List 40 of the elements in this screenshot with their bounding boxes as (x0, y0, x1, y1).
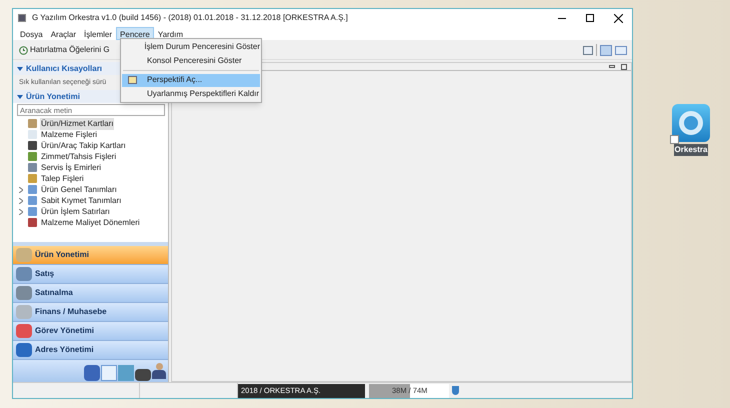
nav-button[interactable]: Satış (13, 265, 168, 284)
module-icon (16, 305, 32, 319)
menu-item[interactable]: İşlem Durum Penceresini Göster (122, 40, 260, 54)
app-icon (18, 14, 26, 22)
menu-item[interactable]: Perspektifi Aç... (122, 74, 260, 86)
collapse-icon (17, 94, 23, 98)
module-icon (16, 248, 32, 262)
tree-item[interactable]: Zimmet/Tahsis Fişleri (40, 150, 118, 162)
tree-item[interactable]: Ürün İşlem Satırları (40, 206, 111, 218)
tree-item[interactable]: Ürün/Hizmet Kartları (40, 118, 114, 130)
nav-button[interactable]: Adres Yönetimi (13, 341, 168, 360)
user-icon[interactable] (152, 363, 166, 381)
menu-item[interactable]: Yardım (154, 27, 188, 40)
tree-item[interactable]: Talep Fişleri (40, 172, 85, 184)
module-icon (16, 324, 32, 338)
clock-icon (19, 46, 28, 54)
app-shortcut-icon[interactable] (672, 104, 710, 142)
menu-item[interactable]: Araçlar (46, 27, 80, 40)
tree-item[interactable]: Malzeme Fişleri (40, 128, 98, 140)
desktop-icon-label[interactable]: Orkestra (674, 144, 708, 156)
menu-item[interactable]: Dosya (16, 27, 47, 40)
tree-item[interactable]: Malzeme Maliyet Dönemleri (40, 216, 141, 228)
collapse-icon (17, 66, 23, 70)
tree-item[interactable]: Ürün/Araç Takip Kartları (40, 140, 127, 152)
nav-button[interactable]: Finans / Muhasebe (13, 303, 168, 322)
menu-item[interactable]: İşlemler (80, 27, 116, 40)
tree-item[interactable]: Ürün Genel Tanımları (40, 184, 118, 196)
splitter-handle[interactable] (13, 242, 168, 246)
tree-item[interactable]: Sabit Kıymet Tanımları (40, 194, 122, 206)
tree-item[interactable]: Servis İş Emirleri (40, 162, 102, 174)
module-icon (16, 343, 32, 357)
nav-button[interactable]: Ürün Yonetimi (13, 246, 168, 265)
nav-button[interactable]: Satınalma (13, 284, 168, 303)
reminder-button[interactable]: Hatırlatma Öğelerini G (19, 43, 110, 57)
module-icon (16, 267, 32, 281)
nav-button[interactable]: Görev Yönetimi (13, 322, 168, 341)
module-icon (16, 286, 32, 300)
minimize-icon[interactable] (609, 65, 615, 68)
window-title: G Yazılım Orkestra v1.0 (build 1456) - (2018) 01.01.2018 - 31.12.2018 [ORKESTRA A.Ş.] (32, 12, 348, 24)
maximize-icon[interactable] (621, 64, 627, 70)
